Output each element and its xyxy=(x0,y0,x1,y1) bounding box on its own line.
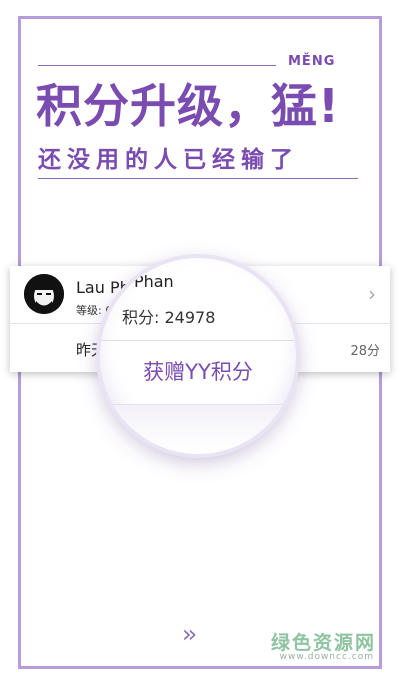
magnified-points: 积分: 24978 xyxy=(122,308,216,327)
top-divider-line xyxy=(38,65,276,66)
watermark-logo-text: 绿色资源网 xyxy=(270,632,376,654)
magnified-footer xyxy=(100,404,296,454)
watermark-url: www.downcc.com xyxy=(279,652,374,662)
promo-headline: 积分升级，猛! xyxy=(36,79,340,133)
promo-subline: 还没用的人已经输了 xyxy=(38,147,299,173)
magnified-user-name: Lau Phan xyxy=(100,272,174,291)
bottom-divider-line xyxy=(38,178,358,179)
magnifier-lens: Lau Phan 积分: 24978 获赠YY积分 xyxy=(100,258,296,454)
avatar-face-icon xyxy=(24,274,64,314)
chevron-right-icon[interactable]: › xyxy=(368,284,376,304)
history-points: 28分 xyxy=(350,344,380,359)
next-page-arrows-icon[interactable]: ›› xyxy=(182,620,197,648)
magnified-divider xyxy=(100,340,296,341)
pinyin-annotation: MĚNG xyxy=(288,54,336,69)
get-yy-points-button[interactable]: 获赠YY积分 xyxy=(100,356,296,386)
avatar xyxy=(24,274,64,314)
